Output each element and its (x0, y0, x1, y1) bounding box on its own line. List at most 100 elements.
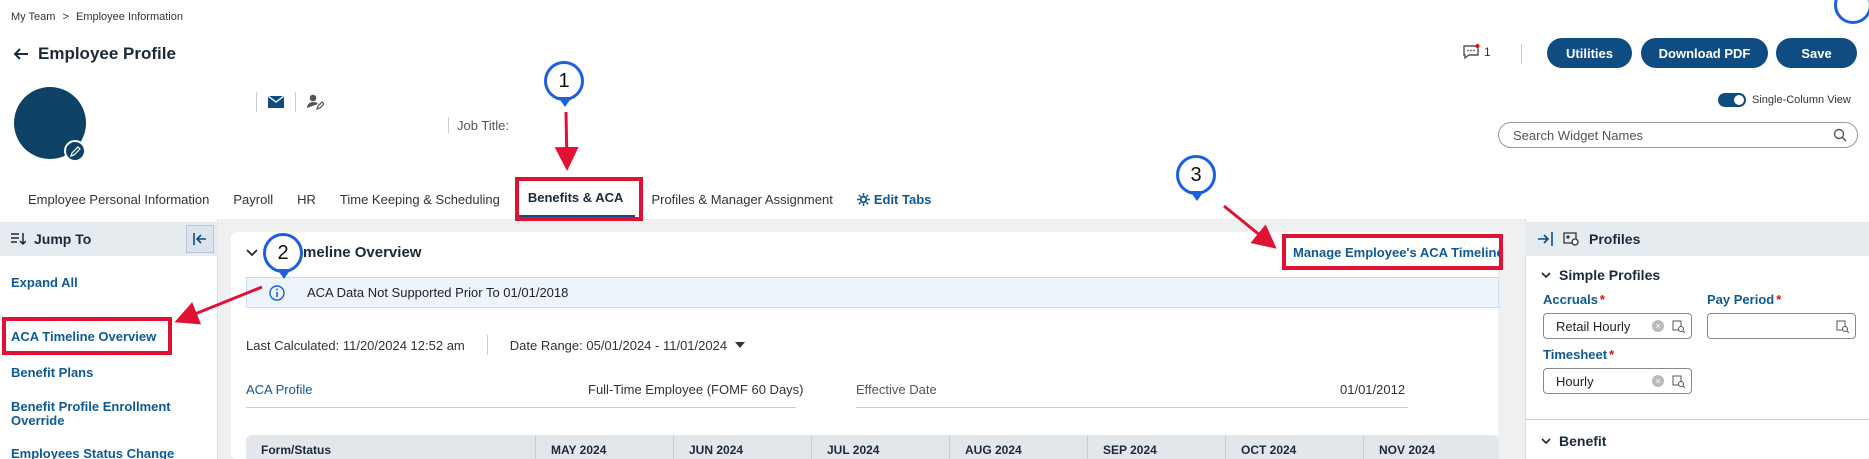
toggle-label: Single-Column View (1752, 94, 1851, 106)
info-message: ACA Data Not Supported Prior To 01/01/20… (307, 285, 569, 300)
column-header: AUG 2024 (950, 435, 1088, 459)
date-range-label: Date Range: 05/01/2024 - 11/01/2024 (509, 337, 728, 353)
calculation-info: Last Calculated: 11/20/2024 12:52 am Dat… (246, 335, 746, 355)
effective-date-value: 01/01/2012 (1340, 382, 1406, 397)
user-edit-icon[interactable] (306, 93, 324, 111)
contact-divider (295, 92, 296, 112)
benefit-section[interactable]: Benefit (1541, 433, 1606, 449)
chevron-down-icon (1541, 437, 1551, 444)
breadcrumb-my-team[interactable]: My Team (11, 11, 55, 23)
pay-period-label: Pay Period * (1707, 292, 1781, 307)
tab-hr[interactable]: HR (285, 180, 328, 218)
caret-down-icon (735, 342, 746, 348)
pencil-icon (69, 145, 81, 157)
edit-tabs-label: Edit Tabs (873, 191, 932, 207)
widget-search-input[interactable] (1513, 127, 1833, 143)
profile-tabs: Employee Personal Information Payroll HR… (16, 180, 943, 218)
aca-profile-value: Full-Time Employee (FOMF 60 Days) (588, 382, 804, 397)
tab-employee-personal-information[interactable]: Employee Personal Information (16, 180, 221, 218)
aca-timeline-overview-link[interactable]: ACA Timeline Overview (11, 330, 156, 344)
single-column-view-toggle[interactable]: Single-Column View (1718, 93, 1851, 107)
date-range-select[interactable]: Date Range: 05/01/2024 - 11/01/2024 (509, 337, 746, 353)
notification-count: 1 (1484, 45, 1491, 59)
accruals-label: Accruals * (1543, 292, 1605, 307)
save-button[interactable]: Save (1776, 38, 1857, 68)
tab-payroll[interactable]: Payroll (221, 180, 285, 218)
breadcrumb-separator: > (62, 11, 69, 23)
timesheet-label: Timesheet * (1543, 347, 1614, 362)
callout-1: 1 (544, 61, 584, 107)
timeline-table-header: Form/Status MAY 2024 JUN 2024 JUL 2024 A… (246, 435, 1499, 459)
page-title-text: Employee Profile (38, 44, 176, 63)
widget-search[interactable] (1498, 122, 1858, 148)
column-header: JUL 2024 (812, 435, 950, 459)
profile-card-icon (1563, 232, 1579, 246)
effective-date-label: Effective Date (856, 382, 937, 397)
chevron-down-icon (1541, 271, 1551, 278)
contact-divider (256, 92, 257, 112)
timeline-title: Timeline Overview (290, 244, 422, 261)
breadcrumb: My Team > Employee Information (11, 11, 187, 23)
edit-tabs-button[interactable]: Edit Tabs (845, 180, 944, 218)
search-icon[interactable] (1833, 128, 1847, 142)
aca-profile-underline (246, 407, 796, 408)
required-marker: * (1599, 292, 1605, 307)
manage-aca-timeline-link[interactable]: Manage Employee's ACA Timeline (1293, 245, 1504, 260)
lookup-icon[interactable] (1672, 375, 1685, 388)
column-header: OCT 2024 (1226, 435, 1364, 459)
accruals-label-text: Accruals (1543, 292, 1598, 307)
notifications[interactable]: 1 (1462, 44, 1491, 60)
jump-to-title: Jump To (34, 231, 92, 247)
tab-profiles-manager-assignment[interactable]: Profiles & Manager Assignment (639, 180, 844, 218)
timesheet-value: Hourly (1556, 373, 1594, 389)
profiles-title: Profiles (1589, 231, 1641, 247)
job-title-label: Job Title: (457, 117, 510, 133)
simple-profiles-title: Simple Profiles (1559, 267, 1661, 283)
breadcrumb-current: Employee Information (75, 11, 183, 23)
simple-profiles-section[interactable]: Simple Profiles (1541, 267, 1660, 283)
chevron-down-icon[interactable] (246, 248, 258, 257)
section-divider (1525, 419, 1869, 420)
column-header: MAY 2024 (536, 435, 674, 459)
toggle-switch[interactable] (1718, 93, 1746, 107)
tab-time-keeping-scheduling[interactable]: Time Keeping & Scheduling (328, 180, 512, 218)
benefit-plans-link[interactable]: Benefit Plans (11, 366, 93, 380)
download-pdf-button[interactable]: Download PDF (1641, 38, 1768, 68)
column-header: SEP 2024 (1088, 435, 1226, 459)
clear-icon[interactable]: × (1652, 320, 1664, 332)
calc-divider (486, 335, 488, 355)
clear-icon[interactable]: × (1652, 375, 1664, 387)
sort-list-icon (11, 233, 26, 246)
comment-icon (1463, 44, 1480, 60)
employees-status-change-link[interactable]: Employees Status Change (11, 447, 174, 459)
timesheet-field[interactable]: Hourly × (1543, 368, 1692, 394)
back-arrow-icon[interactable] (12, 45, 30, 63)
expand-all-link[interactable]: Expand All (11, 276, 78, 290)
benefit-section-title: Benefit (1559, 433, 1607, 449)
required-marker: * (1609, 347, 1615, 362)
last-calculated: Last Calculated: 11/20/2024 12:52 am (246, 337, 465, 353)
collapse-panel-button[interactable] (186, 225, 214, 253)
lookup-icon[interactable] (1836, 320, 1849, 333)
accruals-field[interactable]: Retail Hourly × (1543, 313, 1692, 339)
email-icon[interactable] (267, 95, 285, 109)
page-title: Employee Profile (12, 44, 176, 64)
header-divider (1521, 44, 1522, 64)
aca-profile-label[interactable]: ACA Profile (246, 382, 312, 397)
callout-partial (1834, 0, 1869, 24)
tab-benefits-aca[interactable]: Benefits & ACA (515, 180, 636, 218)
timesheet-label-text: Timesheet (1543, 347, 1608, 362)
edit-avatar-button[interactable] (64, 140, 86, 162)
utilities-button[interactable]: Utilities (1547, 38, 1632, 68)
job-title: Job Title: (448, 117, 509, 133)
column-header: Form/Status (246, 435, 536, 459)
expand-right-icon[interactable] (1537, 232, 1553, 246)
accruals-value: Retail Hourly (1556, 318, 1631, 334)
lookup-icon[interactable] (1672, 320, 1685, 333)
pay-period-field[interactable] (1707, 313, 1856, 339)
benefit-profile-enrollment-override-link[interactable]: Benefit Profile Enrollment Override (11, 400, 191, 428)
info-icon (269, 284, 285, 301)
effective-date-underline (856, 407, 1408, 408)
required-marker: * (1776, 292, 1782, 307)
contact-actions (256, 92, 324, 112)
